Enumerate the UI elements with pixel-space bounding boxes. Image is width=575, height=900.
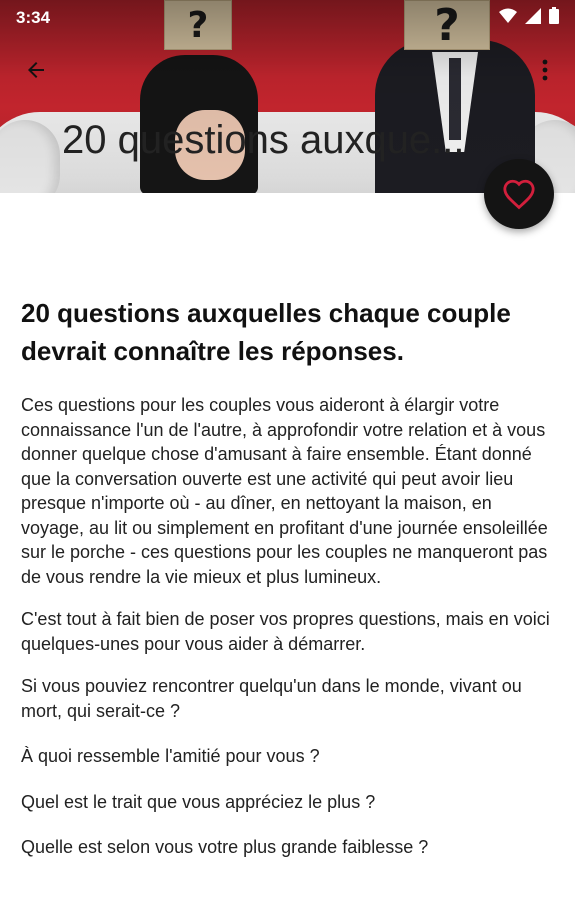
collapsed-toolbar-title: 20 questions auxque... (62, 118, 465, 162)
intro-paragraph: C'est tout à fait bien de poser vos prop… (21, 609, 550, 654)
battery-icon (549, 7, 559, 29)
status-icons (499, 7, 559, 29)
status-time: 3:34 (16, 8, 51, 27)
more-vertical-icon (542, 59, 548, 81)
status-bar: 3:34 (0, 0, 575, 36)
intro-paragraph: Ces questions pour les couples vous aide… (21, 395, 548, 587)
wifi-icon (499, 8, 517, 29)
question-item: Si vous pouviez rencontrer quelqu'un dan… (21, 676, 522, 721)
arrow-back-icon (28, 62, 44, 78)
back-button[interactable] (14, 50, 58, 90)
more-options-button[interactable] (528, 52, 562, 88)
favorite-button[interactable] (484, 159, 554, 229)
question-item: À quoi ressemble l'amitié pour vous ? (21, 746, 320, 766)
article: 20 questions auxquelles chaque couple de… (21, 294, 555, 881)
heart-outline-icon (503, 179, 535, 210)
question-item: Quel est le trait que vous appréciez le … (21, 791, 376, 812)
article-body: Ces questions pour les couples vous aide… (21, 393, 555, 860)
article-title: 20 questions auxquelles chaque couple de… (21, 298, 511, 366)
question-item: Quelle est selon vous votre plus grande … (21, 837, 429, 857)
cellular-signal-icon (525, 7, 541, 29)
